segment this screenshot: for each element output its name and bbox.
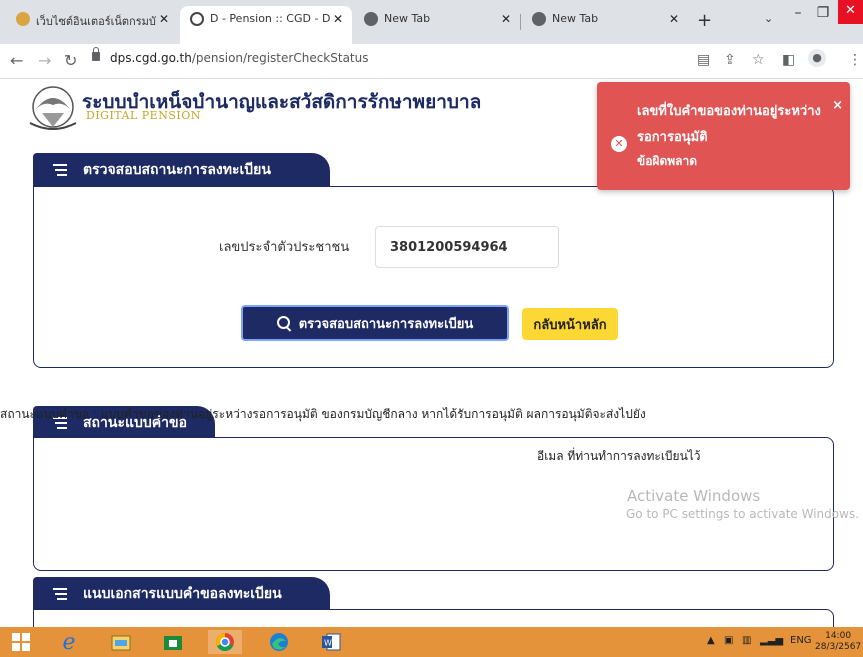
tab-title: New Tab [552,12,599,25]
cgd-emblem-icon [29,86,77,130]
chrome-icon[interactable] [208,630,242,654]
section-title: ตรวจสอบสถานะการลงทะเบียน [83,162,271,178]
tab-separator [520,14,521,30]
toast-close-icon[interactable]: × [832,98,843,113]
tray-chevron-icon[interactable]: ▲ [707,635,715,646]
check-status-section-header: ตรวจสอบสถานะการลงทะเบียน [33,153,330,187]
cgd-favicon-icon [16,12,30,26]
tab-new-tab-1[interactable]: New Tab ✕ [354,6,520,44]
language-indicator[interactable]: ENG [790,635,812,646]
new-tab-icon [364,12,378,26]
check-status-button-label: ตรวจสอบสถานะการลงทะเบียน [298,316,474,332]
share-icon[interactable]: ⇪ [724,52,736,68]
signal-icon[interactable]: ▂▃▅ [760,635,783,646]
close-icon[interactable]: ✕ [666,12,682,26]
attach-documents-section-header: แนบเอกสารแบบคำขอลงทะเบียน [33,577,330,611]
new-tab-plus-icon[interactable]: + [697,10,712,31]
address-bar[interactable]: dps.cgd.go.th/pension/registerCheckStatu… [92,47,682,72]
tab-cgd-website[interactable]: เว็บไซต์อินเตอร์เน็ตกรมบัญชีกลาง ✕ [6,6,178,44]
globe-icon [190,12,204,26]
tab-new-tab-2[interactable]: New Tab ✕ [522,6,688,44]
error-toast: × ✕ เลขที่ใบคำขอของท่านอยู่ระหว่าง รอการ… [597,82,850,190]
close-icon[interactable]: ✕ [498,12,514,26]
taskbar-clock[interactable]: 14:00 28/3/2567 [815,631,861,653]
back-home-button[interactable]: กลับหน้าหลัก [522,308,618,340]
menu-kebab-icon[interactable]: ⋮ [848,52,862,68]
close-icon[interactable]: ✕ [156,12,172,26]
toast-message-line1: เลขที่ใบคำขอของท่านอยู่ระหว่าง [637,104,821,119]
store-icon[interactable] [156,630,190,654]
browser-tab-strip: เว็บไซต์อินเตอร์เน็ตกรมบัญชีกลาง ✕ D - P… [0,0,863,44]
translate-icon[interactable]: ▤ [697,52,710,68]
hamburger-icon [53,161,67,179]
search-icon [276,316,291,330]
reload-icon[interactable]: ↻ [64,51,77,70]
word-icon[interactable]: W [314,630,348,654]
bookmark-star-icon[interactable]: ☆ [752,52,765,68]
error-x-icon: ✕ [611,136,627,152]
citizen-id-input[interactable] [375,226,559,268]
tab-title: D - Pension :: CGD - D - Pension [210,12,330,25]
activate-windows-title: Activate Windows [627,487,761,505]
edge-icon[interactable] [262,630,296,654]
profile-avatar-icon[interactable]: ● [808,49,826,67]
toast-message-line2: รอการอนุมัติ [637,130,708,145]
check-status-button[interactable]: ตรวจสอบสถานะการลงทะเบียน [241,305,509,341]
tab-title: New Tab [384,12,431,25]
request-status-text-2: อีเมล ที่ท่านทำการลงทะเบียนไว้ [537,449,701,463]
minimize-icon[interactable]: – [786,0,810,28]
citizen-id-label: เลขประจำตัวประชาชน [219,240,350,255]
tab-title: เว็บไซต์อินเตอร์เน็ตกรมบัญชีกลาง [36,15,156,28]
windows-taskbar: e W ▲ ▣ ▥ ▂▃▅ ENG 14:00 28/3/2567 [0,627,863,657]
clock-date: 28/3/2567 [815,642,862,652]
svg-text:W: W [324,639,332,648]
battery-icon[interactable]: ▥ [742,635,751,646]
new-tab-icon [532,12,546,26]
forward-arrow-icon[interactable]: → [38,51,51,70]
network-icon[interactable]: ▣ [724,635,733,646]
window-close-icon[interactable]: ✕ [838,0,863,24]
request-status-text: สถานะแบบคำขอ : แบบคำขอของท่านอยู่ระหว่าง… [0,407,646,421]
tab-d-pension[interactable]: D - Pension :: CGD - D - Pension ✕ [180,6,352,44]
clock-time: 14:00 [825,631,852,641]
section-title: แนบเอกสารแบบคำขอลงทะเบียน [83,586,282,602]
back-arrow-icon[interactable]: ← [10,51,23,70]
activate-windows-subtitle: Go to PC settings to activate Windows. [626,507,860,521]
attach-documents-panel [33,609,834,627]
lock-icon [92,47,100,61]
internet-explorer-icon[interactable]: e [52,630,86,655]
tab-search-chevron-icon[interactable]: ⌄ [764,12,773,25]
url-text: dps.cgd.go.th/pension/registerCheckStatu… [110,51,369,65]
restore-icon[interactable]: ❐ [811,0,835,28]
close-icon[interactable]: ✕ [330,12,346,26]
site-subtitle: DIGITAL PENSION [86,109,201,122]
toast-title: ข้อผิดพลาด [637,154,698,168]
browser-toolbar: ← → ↻ dps.cgd.go.th/pension/registerChec… [0,44,863,79]
windows-start-icon[interactable] [4,630,38,654]
hamburger-icon [53,585,67,603]
file-explorer-icon[interactable] [104,630,138,654]
side-panel-icon[interactable]: ◧ [782,52,795,68]
